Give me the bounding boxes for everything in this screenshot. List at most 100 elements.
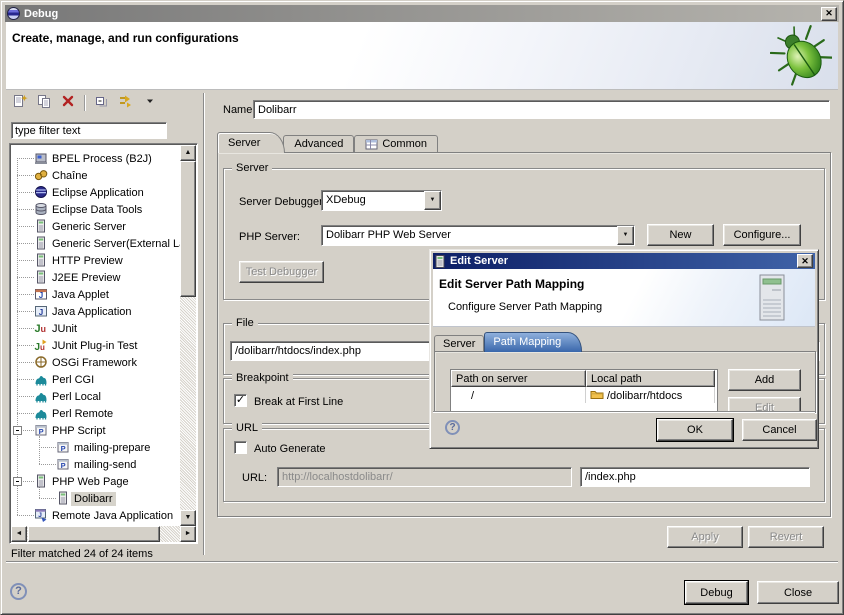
ok-button[interactable]: OK [657, 419, 733, 441]
filter-menu-button[interactable] [139, 93, 161, 112]
tree-guide-stub [17, 345, 34, 346]
new-server-button[interactable]: New [647, 224, 714, 246]
tree-guide-stub [39, 447, 56, 448]
cancel-button[interactable]: Cancel [742, 419, 817, 441]
perl-icon [34, 389, 48, 403]
collapse-toggle-icon[interactable] [13, 477, 22, 486]
close-icon: ✕ [801, 256, 809, 266]
filter-launch-button[interactable] [115, 93, 137, 112]
tree-item-perl-local[interactable]: Perl Local [11, 388, 180, 405]
dialog-help-button[interactable]: ? [445, 420, 460, 435]
tree-item-java-application[interactable]: JJava Application [11, 303, 180, 320]
file-group-legend: File [232, 317, 258, 329]
name-input[interactable] [253, 100, 830, 119]
tree-item-j2ee-preview[interactable]: J2EE Preview [11, 269, 180, 286]
help-icon: ? [15, 585, 22, 597]
edit-server-header: Edit Server Path Mapping Configure Serve… [433, 269, 815, 327]
svg-text:✦: ✦ [21, 94, 28, 103]
vertical-scroll-thumb[interactable] [180, 161, 196, 297]
tab-server[interactable]: Server [217, 132, 285, 153]
tree-item-php-script[interactable]: PPHP Script [11, 422, 180, 439]
edit-server-close-button[interactable]: ✕ [797, 254, 813, 268]
chevron-down-icon[interactable]: ▼ [617, 226, 634, 245]
collapse-toggle-icon[interactable] [13, 426, 22, 435]
right-arrow-icon: ► [185, 530, 192, 537]
test-debugger-button[interactable]: Test Debugger [239, 261, 324, 283]
new-configuration-button[interactable]: ✦ [9, 93, 31, 112]
tree-item-label: Chaîne [49, 169, 90, 183]
revert-button[interactable]: Revert [748, 526, 824, 548]
tree-guide-stub [17, 260, 34, 261]
tab-server[interactable]: Server [434, 335, 484, 352]
tree-item-mailing-send[interactable]: Pmailing-send [11, 456, 180, 473]
tab-advanced[interactable]: Advanced [283, 135, 354, 153]
server-debugger-label: Server Debugger: [239, 196, 326, 208]
duplicate-button[interactable] [33, 93, 55, 112]
edit-server-titlebar[interactable]: Edit Server ✕ [433, 253, 815, 269]
left-arrow-icon: ◄ [16, 530, 23, 537]
tree-item-dolibarr[interactable]: Dolibarr [11, 490, 180, 507]
tree-item-eclipse-application[interactable]: Eclipse Application [11, 184, 180, 201]
left-toolbar: ✦ [9, 93, 161, 112]
help-button[interactable]: ? [10, 583, 27, 600]
scroll-down-arrow[interactable]: ▼ [180, 510, 196, 526]
add-mapping-button[interactable]: Add [728, 369, 801, 391]
scroll-right-arrow[interactable]: ► [180, 526, 196, 542]
close-button[interactable]: Close [757, 581, 839, 604]
tree-guide-stub [23, 481, 34, 482]
tree-item-cha-ne[interactable]: Chaîne [11, 167, 180, 184]
tree-vertical-scrollbar[interactable]: ▲ ▼ [180, 145, 196, 526]
horizontal-scroll-thumb[interactable] [28, 526, 160, 542]
edit-server-title: Edit Server [450, 255, 508, 267]
tree-item-junit-plug-in-test[interactable]: JuJUnit Plug-in Test [11, 337, 180, 354]
path-on-server-cell[interactable]: / [451, 387, 586, 403]
tree-item-eclipse-data-tools[interactable]: Eclipse Data Tools [11, 201, 180, 218]
tree-item-perl-cgi[interactable]: Perl CGI [11, 371, 180, 388]
server-debugger-select[interactable]: XDebug ▼ [321, 190, 442, 211]
tree-item-label: Eclipse Application [49, 186, 147, 200]
column-header-path-on-server[interactable]: Path on server [451, 370, 586, 387]
tree-item-junit[interactable]: JuJUnit [11, 320, 180, 337]
tree-item-mailing-prepare[interactable]: Pmailing-prepare [11, 439, 180, 456]
window-titlebar[interactable]: Debug ✕ [5, 5, 839, 22]
tree-item-remote-java-application[interactable]: JRemote Java Application [11, 507, 180, 524]
help-icon: ? [449, 422, 455, 433]
column-header-local-path[interactable]: Local path [586, 370, 715, 387]
tree-item-generic-server-external-la[interactable]: Generic Server(External La [11, 235, 180, 252]
path-mapping-table[interactable]: Path on serverLocal path/ /dolibarr/htdoc… [450, 369, 718, 413]
collapse-all-button[interactable] [91, 93, 113, 112]
tree-item-java-applet[interactable]: JJava Applet [11, 286, 180, 303]
local-path-cell[interactable]: /dolibarr/htdocs [607, 390, 682, 402]
window-close-button[interactable]: ✕ [821, 7, 837, 21]
window-title: Debug [24, 8, 58, 20]
server-tower-icon [758, 274, 786, 322]
configure-server-button[interactable]: Configure... [723, 224, 801, 246]
scroll-left-arrow[interactable]: ◄ [11, 526, 27, 542]
tree-item-http-preview[interactable]: HTTP Preview [11, 252, 180, 269]
mapping-row[interactable]: / /dolibarr/htdocs [451, 387, 717, 403]
tree-item-label: Generic Server(External La [49, 237, 180, 251]
tree-item-label: Perl Local [49, 390, 104, 404]
scroll-up-arrow[interactable]: ▲ [180, 145, 196, 161]
debug-button[interactable]: Debug [685, 581, 748, 604]
tree-horizontal-scrollbar[interactable]: ◄ ► [11, 526, 196, 542]
break-first-line-checkbox[interactable]: ✓ [234, 394, 247, 407]
panel-sash[interactable] [203, 93, 205, 555]
tree-item-osgi-framework[interactable]: OSGi Framework [11, 354, 180, 371]
tree-item-bpel-process-b2j[interactable]: BPEL Process (B2J) [11, 150, 180, 167]
url-path-input[interactable] [580, 467, 810, 487]
auto-generate-checkbox[interactable] [234, 441, 247, 454]
chevron-down-icon[interactable]: ▼ [424, 191, 441, 210]
delete-button[interactable] [57, 93, 79, 112]
tab-path-mapping[interactable]: Path Mapping [484, 332, 582, 352]
php-server-select[interactable]: Dolibarr PHP Web Server ▼ [321, 225, 635, 246]
tree-item-label: PHP Script [49, 424, 109, 438]
tree-item-generic-server[interactable]: Generic Server [11, 218, 180, 235]
base-url-input [277, 467, 572, 487]
filter-input[interactable] [11, 122, 167, 139]
tree-item-perl-remote[interactable]: Perl Remote [11, 405, 180, 422]
tree-item-php-web-page[interactable]: PHP Web Page [11, 473, 180, 490]
apply-button[interactable]: Apply [667, 526, 743, 548]
tab-common[interactable]: Common [354, 135, 438, 153]
server-icon [34, 270, 48, 284]
